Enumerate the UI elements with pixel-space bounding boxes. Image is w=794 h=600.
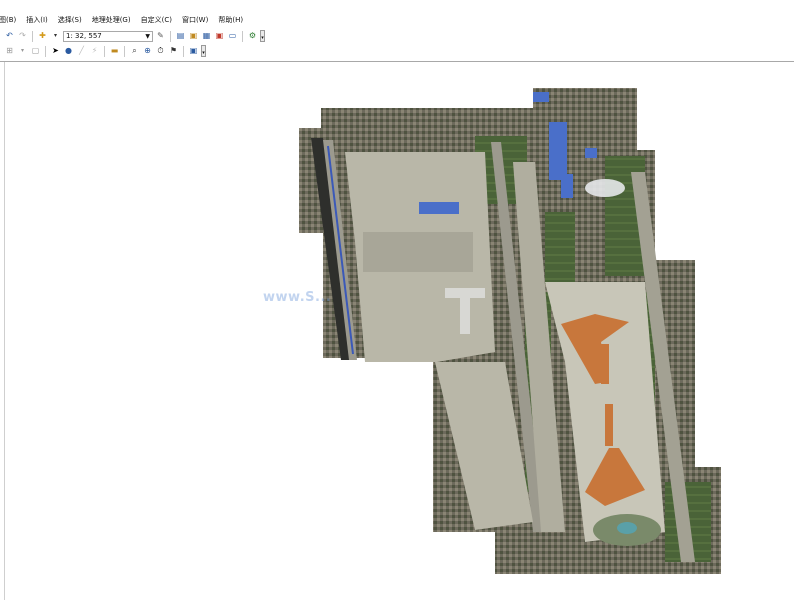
toolbar-separator	[32, 30, 33, 42]
toolbar-separator	[170, 30, 171, 42]
search-window-icon[interactable]: ▦	[201, 31, 212, 42]
toolbar-separator	[45, 45, 46, 57]
map-display[interactable]: www.S...	[4, 62, 794, 600]
catalog-icon[interactable]: ▣	[188, 31, 199, 42]
arctoolbox-icon[interactable]: ▣	[214, 31, 225, 42]
route-icon[interactable]: ⚑	[168, 46, 179, 57]
redo-icon[interactable]: ↷	[17, 31, 28, 42]
hyperlink-icon[interactable]: ⚡	[89, 46, 100, 57]
go-to-xy-icon[interactable]: ⊕	[142, 46, 153, 57]
python-window-icon[interactable]: ▭	[227, 31, 238, 42]
toolbar-overflow-handle[interactable]: ▾	[260, 30, 265, 42]
toolbar-overflow-handle[interactable]: ▾	[201, 45, 206, 57]
satellite-imagery	[299, 88, 721, 574]
zoom-grid-icon[interactable]: ⊞	[4, 46, 15, 57]
menu-item-window[interactable]: 窗口(W)	[177, 15, 213, 25]
table-of-contents-icon[interactable]: ▤	[175, 31, 186, 42]
identify-icon[interactable]: ●	[63, 46, 74, 57]
toolbar-separator	[183, 45, 184, 57]
menu-bar: 图(B) 插入(I) 选择(S) 地理处理(G) 自定义(C) 窗口(W) 帮助…	[0, 12, 794, 28]
scale-value: 1: 32, 557	[66, 32, 102, 40]
menu-item-customize[interactable]: 自定义(C)	[136, 15, 177, 25]
select-arrow-icon[interactable]: ➤	[50, 46, 61, 57]
model-builder-icon[interactable]: ⚙	[247, 31, 258, 42]
watermark-text: www.S...	[263, 290, 332, 305]
tools-toolbar: ⊞ ▾ ▢ ➤ ● ╱ ⚡ ▬ ⌕ ⊕ ⏱ ⚑ ▣ ▾	[0, 44, 794, 58]
menu-item-help[interactable]: 帮助(H)	[213, 15, 248, 25]
menu-item-insert[interactable]: 插入(I)	[21, 15, 53, 25]
measure-icon[interactable]: ▬	[109, 46, 120, 57]
scale-combobox[interactable]: 1: 32, 557 ▼	[63, 30, 153, 42]
menu-item-geoprocessing[interactable]: 地理处理(G)	[87, 15, 136, 25]
time-slider-icon[interactable]: ⏱	[155, 46, 166, 57]
toolbar-separator	[124, 45, 125, 57]
menu-item-map[interactable]: 图(B)	[0, 15, 21, 25]
find-icon[interactable]: ⌕	[129, 46, 140, 57]
standard-toolbar: ↶ ↷ ✚ ▾ 1: 32, 557 ▼ ✎ ▤ ▣ ▦ ▣ ▭ ⚙ ▾	[0, 29, 794, 43]
menu-item-select[interactable]: 选择(S)	[53, 15, 87, 25]
chevron-down-icon[interactable]: ▼	[145, 33, 150, 40]
viewer-window-icon[interactable]: ▣	[188, 46, 199, 57]
toolbar-separator	[104, 45, 105, 57]
layer-icon[interactable]: ▢	[30, 46, 41, 57]
undo-icon[interactable]: ↶	[4, 31, 15, 42]
toolbar-separator	[242, 30, 243, 42]
edit-line-icon[interactable]: ╱	[76, 46, 87, 57]
zoom-dropdown-icon[interactable]: ▾	[17, 46, 28, 57]
add-data-dropdown-icon[interactable]: ▾	[50, 31, 61, 42]
editor-toolbar-icon[interactable]: ✎	[155, 31, 166, 42]
add-data-icon[interactable]: ✚	[37, 31, 48, 42]
